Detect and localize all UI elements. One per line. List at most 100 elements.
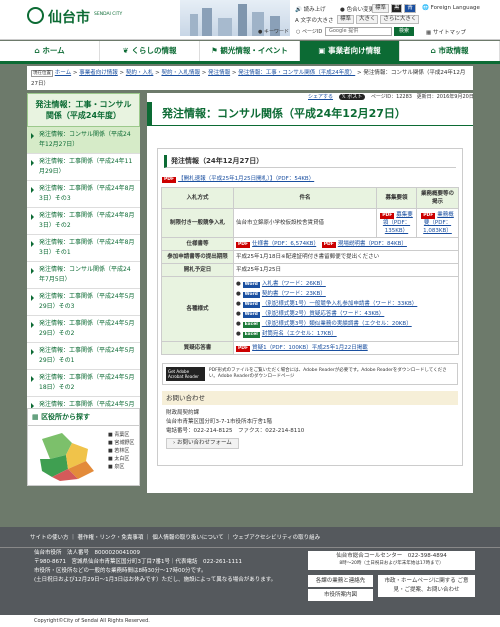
- sidebar-item[interactable]: 発注情報：コンサル関係（平成24年12月27日）: [27, 127, 140, 154]
- table-cell: 平成25年1月18日※配達証明付き書留郵便で提出ください: [233, 250, 459, 264]
- nav-living[interactable]: ❦ くらしの情報: [100, 41, 200, 61]
- city-logo-icon[interactable]: [27, 7, 44, 24]
- sidebar-item[interactable]: 発注情報：工事関係（平成24年5月29日）その3: [27, 289, 140, 316]
- table-row-label: 参加申請書等の提出期限: [161, 250, 234, 264]
- nav-tourism[interactable]: ⚑ 観光情報・イベント: [200, 41, 300, 61]
- breadcrumb-link[interactable]: 事業者向け情報: [79, 70, 118, 76]
- site-header: 仙台市 SENDAI CITY 🔊 読み上げ ● 色合い変更 標準 黒 青 🌐 …: [0, 0, 500, 40]
- ward-link[interactable]: ■ 宮城野区: [108, 439, 134, 447]
- breadcrumb-link[interactable]: 契約・入札情報: [161, 70, 200, 76]
- site-explain-link[interactable]: 現場説明書（PDF：84KB）: [338, 241, 407, 247]
- form-item: ● Word 入札書（ワード：26KB）: [236, 281, 326, 288]
- font-size-icon: A: [295, 18, 299, 24]
- breadcrumb-link[interactable]: 契約・入札: [126, 70, 154, 76]
- sidebar-item[interactable]: 発注情報：工事関係（平成24年11月29日）: [27, 154, 140, 181]
- sitemap-icon: ▦: [426, 30, 432, 36]
- sidebar-item[interactable]: 発注情報：工事関係（平成24年5月29日）その1: [27, 343, 140, 370]
- breadcrumb-link[interactable]: ホーム: [55, 70, 71, 76]
- globe-icon: 🌐: [422, 5, 429, 11]
- dept-contacts-button[interactable]: 各課の業務と連絡先: [308, 575, 373, 587]
- footer-link[interactable]: 個人情報の取り扱いについて: [152, 535, 223, 541]
- call-center-box[interactable]: 仙台市総合コールセンター 022-398-4894 8時～20時（土日祝日および…: [308, 551, 475, 570]
- form-download-link[interactable]: （別記様式第2号）質疑応答書（ワード：43KB）: [262, 311, 384, 317]
- excel-icon: Excel: [242, 322, 260, 328]
- table-row-label: 仕様書等: [161, 237, 234, 251]
- form-download-link[interactable]: 封筒宛名（エクセル：17KB）: [262, 331, 337, 337]
- feedback-button[interactable]: 市政・ホームページに関する ご意見・ご提案、お問い合わせ: [378, 575, 475, 597]
- pdf-icon: PDF: [162, 177, 177, 183]
- form-download-link[interactable]: （別記様式第1号）一般競争入札参加申請書（ワード：33KB）: [262, 301, 417, 307]
- updated-date: 更新日：2016年9月20日: [416, 94, 474, 100]
- table-row-label: 開札予定日: [161, 263, 234, 277]
- form-download-link[interactable]: 入札書（ワード：26KB）: [262, 281, 326, 287]
- page-id: ページID：12283: [370, 94, 412, 100]
- color-standard-button[interactable]: 標準: [372, 4, 390, 13]
- adobe-note: PDF形式のファイルをご覧いただく場合には、Adobe Readerが必要です。…: [208, 368, 447, 379]
- pdf-icon: PDF: [236, 242, 251, 248]
- sidebar-item[interactable]: 発注情報：工事関係（平成24年8月3日）その1: [27, 235, 140, 262]
- breadcrumb-link[interactable]: 発注情報：工事・コンサル関係（平成24年度）: [238, 70, 355, 76]
- sidebar-item[interactable]: 発注情報：コンサル関係（平成24年7月5日）: [27, 262, 140, 289]
- cityhall-map-button[interactable]: 市役所案内図: [308, 589, 373, 601]
- form-download-link[interactable]: （別記様式第3号）類似業務の実績調書（エクセル：20KB）: [262, 321, 412, 327]
- breadcrumb-label: 現在位置: [31, 70, 53, 77]
- font-standard-button[interactable]: 標準: [337, 15, 355, 24]
- sidebar-item[interactable]: 発注情報：工事関係（平成24年8月3日）その2: [27, 208, 140, 235]
- qa-link[interactable]: 質疑1（PDF：100KB）平成25年1月22日掲載: [252, 345, 368, 351]
- search-button[interactable]: 検索: [394, 27, 414, 36]
- form-download-link[interactable]: 契約書（ワード：23KB）: [262, 291, 326, 297]
- word-icon: Word: [242, 302, 260, 308]
- pdf-icon: PDF: [421, 213, 436, 219]
- ward-finder: ▦ 区役所から探す ■ 青葉区 ■ 宮城野区 ■ 若林区 ■ 太白区 ■ 泉区: [27, 408, 140, 486]
- table-cell: 平成25年1月25日: [233, 263, 459, 277]
- contact-form-button[interactable]: › お問い合わせフォーム: [166, 438, 239, 449]
- share-bar: シェアする 𝕏 ポスト ページID：12283 更新日：2016年9月20日: [308, 93, 474, 100]
- bid-result-link[interactable]: 【開札速報（平成25年1月25日開札）】（PDF：54KB）: [178, 176, 314, 182]
- ward-link[interactable]: ■ 泉区: [108, 463, 134, 471]
- share-link[interactable]: シェアする: [308, 94, 333, 100]
- ward-link[interactable]: ■ 太白区: [108, 455, 134, 463]
- ward-map[interactable]: [38, 429, 103, 481]
- speaker-icon: 🔊: [295, 7, 302, 13]
- flag-icon: ⚑: [211, 46, 218, 55]
- ward-link[interactable]: ■ 青葉区: [108, 431, 134, 439]
- nav-home[interactable]: ⌂ ホーム: [0, 41, 100, 61]
- search-input[interactable]: Google 提供: [325, 27, 392, 36]
- building-icon: ▣: [318, 46, 326, 55]
- form-item: ● Excel 封筒宛名（エクセル：17KB）: [236, 331, 337, 338]
- footer-link[interactable]: サイトの使い方: [30, 535, 69, 541]
- nav-business[interactable]: ▣ 事業者向け情報: [300, 41, 400, 61]
- sitemap-link[interactable]: ▦ サイトマップ: [426, 28, 466, 36]
- search-mode-keyword[interactable]: ● キーワード: [258, 28, 289, 35]
- spec-doc-link[interactable]: 仕様書（PDF：6,574KB）: [252, 241, 316, 247]
- nav-government[interactable]: ⌂ 市政情報: [400, 41, 500, 61]
- site-logo-sub: SENDAI CITY: [94, 12, 123, 17]
- contact-title: お問い合わせ: [162, 391, 458, 405]
- footer-links: サイトの使い方 ｜ 著作権・リンク・免責事項 ｜ 個人情報の取り扱いについて ｜…: [0, 527, 500, 548]
- font-large-button[interactable]: 大きく: [355, 15, 379, 24]
- sidebar-item[interactable]: 発注情報：工事関係（平成24年5月29日）その2: [27, 316, 140, 343]
- ward-link[interactable]: ■ 若林区: [108, 447, 134, 455]
- breadcrumb-link[interactable]: 発注情報: [208, 70, 230, 76]
- footer-link[interactable]: 著作権・リンク・免責事項: [78, 535, 144, 541]
- table-cell: 仙台市立錦原小学校仮設校舎賃貸借: [233, 208, 377, 238]
- footer-address: 〒980-8671 宮城県仙台市青葉区国分町3丁目7番1号｜代表電話 022-2…: [34, 559, 242, 565]
- site-footer: サイトの使い方 ｜ 著作権・リンク・免責事項 ｜ 個人情報の取り扱いについて ｜…: [0, 527, 500, 627]
- color-blue-button[interactable]: 青: [404, 4, 416, 13]
- font-larger-button[interactable]: さらに大きく: [380, 15, 420, 24]
- forms-list: ● Word 入札書（ワード：26KB） ● Word 契約書（ワード：23KB） ● …: [233, 276, 459, 342]
- read-aloud-button[interactable]: 🔊 読み上げ: [295, 5, 326, 13]
- search-mode-pageid[interactable]: ○ ページID: [296, 28, 323, 35]
- adobe-reader-badge[interactable]: Get Adobe Acrobat Reader: [166, 367, 205, 381]
- section-title: 発注情報（24年12月27日）: [164, 155, 456, 168]
- footer-holidays: (土日祝日および12月29日～1月3日はお休みです）ただし、施設によって異なる場…: [34, 577, 277, 583]
- color-black-button[interactable]: 黒: [390, 4, 403, 13]
- site-logo[interactable]: 仙台市: [48, 7, 90, 27]
- language-button[interactable]: 🌐 Foreign Language: [422, 5, 480, 11]
- sidebar-item[interactable]: 発注情報：工事関係（平成24年5月18日）その2: [27, 370, 140, 397]
- post-button[interactable]: 𝕏 ポスト: [338, 94, 366, 100]
- word-icon: Word: [242, 292, 260, 298]
- order-info-panel: 発注情報（24年12月27日） PDF 【開札速報（平成25年1月25日開札）】（…: [157, 148, 463, 466]
- sidebar-item[interactable]: 発注情報：工事関係（平成24年8月3日）その3: [27, 181, 140, 208]
- footer-link[interactable]: ウェブアクセシビリティの取り組み: [233, 535, 320, 541]
